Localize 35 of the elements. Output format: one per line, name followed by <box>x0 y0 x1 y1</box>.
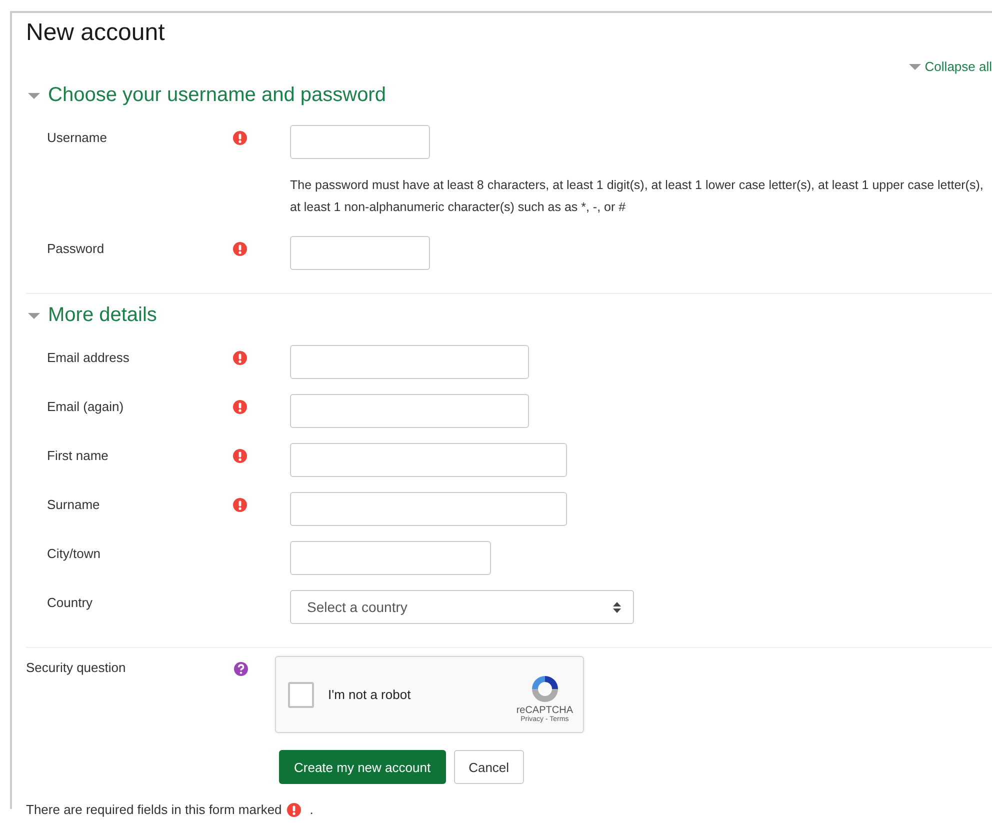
caret-icon <box>28 92 40 100</box>
page-title: New account <box>26 19 166 47</box>
field-label: City/town <box>47 546 100 561</box>
section-heading[interactable]: More details <box>28 304 992 327</box>
cancel-button[interactable]: Cancel <box>454 750 524 784</box>
input-field[interactable] <box>290 394 529 428</box>
help-text: The password must have at least 8 characters, at least 1 digit(s), at least 1 lower case letter(s), at least 1 upper case letter(s), at least 1 non-alphanumeric character(s) such as as *, -, or # <box>290 177 984 216</box>
input-field[interactable] <box>290 345 529 379</box>
field-label: Password <box>47 241 104 256</box>
input-field[interactable] <box>290 492 567 526</box>
input-field[interactable] <box>290 443 567 477</box>
period-text: . <box>310 802 314 817</box>
sort-arrows-icon <box>613 602 621 612</box>
input-field[interactable] <box>290 236 430 270</box>
field-label: Username <box>47 130 107 145</box>
captcha-brand: reCAPTCHA <box>516 704 573 716</box>
help-icon <box>234 662 248 676</box>
submit-button[interactable]: Create my new account <box>279 750 446 784</box>
required-icon <box>286 802 301 816</box>
caret-icon <box>908 62 921 70</box>
field-label: Email (again) <box>47 399 124 414</box>
caret-icon <box>28 312 40 320</box>
captcha-label: I'm not a robot <box>328 687 412 702</box>
field-label: Email address <box>47 350 130 365</box>
country-select[interactable]: Select a country <box>290 590 634 624</box>
section-heading[interactable]: Choose your username and password <box>28 84 992 107</box>
field-label: First name <box>47 448 108 463</box>
field-label: Country <box>47 595 93 610</box>
required-note: There are required fields in this form marked <box>26 802 282 817</box>
input-field[interactable] <box>290 541 491 575</box>
input-field[interactable] <box>290 125 430 159</box>
collapse-all-link[interactable]: Collapse all <box>908 59 992 74</box>
field-label: Security question <box>26 660 126 675</box>
captcha-checkbox[interactable] <box>288 682 314 708</box>
field-label: Surname <box>47 497 100 512</box>
